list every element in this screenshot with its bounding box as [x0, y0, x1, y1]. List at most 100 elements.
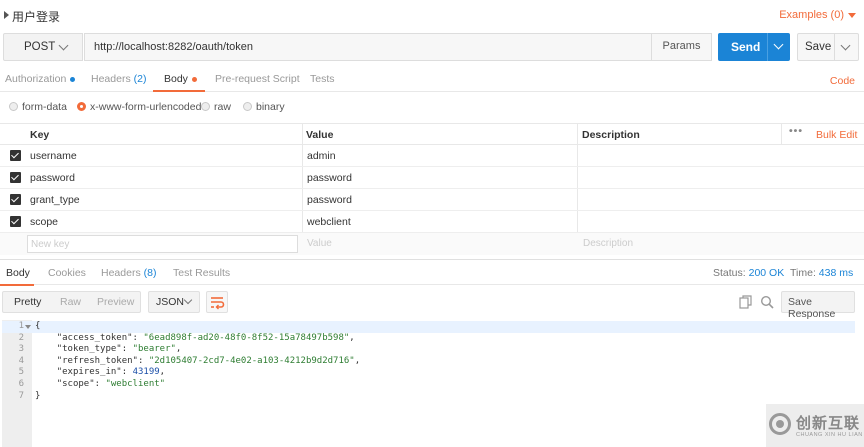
status-label: Status:: [713, 267, 746, 279]
url-input[interactable]: http://localhost:8282/oauth/token Params: [84, 33, 712, 61]
json-value: "bearer": [132, 344, 176, 355]
bulk-edit-link[interactable]: Bulk Edit: [816, 129, 857, 141]
json-key: "scope": [56, 379, 95, 389]
radio-selected-icon: [77, 102, 86, 111]
code-line: 7 }: [2, 391, 855, 403]
request-tabs: Authorization Headers (2) Body Pre-reque…: [0, 66, 864, 92]
method-select[interactable]: POST: [3, 33, 83, 61]
wrap-lines-icon: [211, 297, 225, 310]
more-options-icon[interactable]: •••: [789, 125, 803, 137]
line-number: 2: [18, 332, 24, 343]
row-key[interactable]: grant_type: [30, 194, 80, 206]
active-tab-indicator: [0, 284, 34, 286]
radio-circle-icon: [9, 102, 18, 111]
table-row: password password: [0, 167, 864, 189]
examples-dropdown[interactable]: Examples (0): [779, 9, 856, 21]
save-response-label: Save Response: [788, 296, 836, 320]
response-status: Status: 200 OK: [713, 267, 784, 279]
radio-raw[interactable]: raw: [201, 101, 231, 113]
view-preview[interactable]: Preview: [97, 296, 134, 308]
new-key-input[interactable]: New key: [27, 235, 298, 253]
row-enabled-checkbox[interactable]: [10, 150, 21, 161]
request-title-bar: 用户登录 Examples (0): [0, 0, 864, 30]
tab-headers[interactable]: Headers (2): [91, 73, 146, 85]
new-row: New key Value Description: [0, 233, 864, 255]
row-key[interactable]: password: [30, 172, 75, 184]
view-pretty[interactable]: Pretty: [14, 296, 41, 308]
params-button[interactable]: Params: [651, 33, 711, 61]
line-number: 4: [18, 355, 24, 366]
new-key-placeholder: New key: [31, 239, 70, 250]
row-value[interactable]: password: [307, 194, 352, 206]
send-options-chevron-icon[interactable]: [773, 39, 784, 50]
save-options-chevron-icon[interactable]: [840, 40, 851, 51]
request-name[interactable]: 用户登录: [12, 8, 60, 25]
table-row: username admin: [0, 145, 864, 167]
radio-x-www-form-urlencoded[interactable]: x-www-form-urlencoded: [77, 101, 201, 113]
save-response-button[interactable]: Save Response: [781, 291, 855, 320]
row-value[interactable]: admin: [307, 150, 336, 162]
active-tab-indicator: [153, 90, 205, 92]
row-key[interactable]: username: [30, 150, 77, 162]
view-raw[interactable]: Raw: [60, 296, 81, 308]
json-brace: }: [35, 390, 41, 401]
collapse-caret-icon[interactable]: [4, 11, 9, 19]
row-enabled-checkbox[interactable]: [10, 172, 21, 183]
radio-label: form-data: [22, 101, 67, 113]
send-label: Send: [731, 40, 761, 54]
wrap-lines-button[interactable]: [206, 291, 228, 313]
status-value: 200 OK: [748, 267, 785, 279]
params-label: Params: [662, 40, 701, 52]
row-value[interactable]: webclient: [307, 216, 351, 228]
new-value-input[interactable]: Value: [307, 238, 332, 249]
radio-label: raw: [214, 101, 231, 113]
body-params-table: Key Value Description ••• Bulk Edit user…: [0, 123, 864, 255]
tab-count: (8): [143, 267, 157, 279]
save-divider: [834, 34, 835, 60]
watermark-logo: 创新互联 CHUANG XIN HU LIAN: [766, 404, 864, 447]
time-value: 438 ms: [818, 267, 854, 279]
radio-circle-icon: [243, 102, 252, 111]
response-tab-test-results[interactable]: Test Results: [173, 267, 230, 279]
method-label: POST: [24, 41, 56, 53]
radio-binary[interactable]: binary: [243, 101, 285, 113]
code-link[interactable]: Code: [830, 75, 855, 87]
search-icon[interactable]: [760, 295, 774, 312]
line-number: 3: [18, 344, 24, 355]
examples-label: Examples (0): [779, 9, 844, 21]
send-button[interactable]: Send: [718, 33, 790, 61]
code-line: 1 {: [2, 321, 855, 333]
format-select[interactable]: JSON: [148, 291, 200, 313]
json-value: 43199: [132, 367, 160, 378]
json-value: "2d105407-2cd7-4e02-a103-4212b9d2d716": [148, 355, 355, 366]
code-line: 2 "access_token": "6ead898f-ad20-48f0-8f…: [2, 333, 855, 345]
response-tab-headers[interactable]: Headers (8): [101, 267, 156, 279]
row-value[interactable]: password: [307, 172, 352, 184]
copy-icon[interactable]: [739, 295, 753, 312]
column-divider: [781, 123, 782, 145]
line-number: 6: [18, 379, 24, 389]
tab-pre-request-script[interactable]: Pre-request Script: [215, 73, 300, 85]
body-type-selector: form-data x-www-form-urlencoded raw bina…: [0, 96, 864, 118]
response-tab-body[interactable]: Body: [6, 267, 30, 279]
row-enabled-checkbox[interactable]: [10, 194, 21, 205]
table-row: grant_type password: [0, 189, 864, 211]
fold-arrow-icon[interactable]: [25, 325, 31, 329]
row-key[interactable]: scope: [30, 216, 58, 228]
time-label: Time:: [790, 267, 816, 279]
new-description-input[interactable]: Description: [583, 238, 633, 249]
json-brace: {: [35, 321, 41, 331]
response-tab-cookies[interactable]: Cookies: [48, 267, 86, 279]
watermark-subtext: CHUANG XIN HU LIAN: [796, 432, 863, 438]
tab-body[interactable]: Body: [164, 73, 197, 85]
response-body-editor[interactable]: 1 { 2 "access_token": "6ead898f-ad20-48f…: [2, 320, 855, 447]
tab-authorization[interactable]: Authorization: [5, 73, 76, 85]
radio-label: binary: [256, 101, 285, 113]
code-line: 3 "token_type": "bearer",: [2, 344, 855, 356]
json-key: "token_type": [56, 344, 122, 355]
format-label: JSON: [156, 296, 185, 308]
save-button[interactable]: Save: [797, 33, 859, 61]
row-enabled-checkbox[interactable]: [10, 216, 21, 227]
tab-tests[interactable]: Tests: [310, 73, 335, 85]
radio-form-data[interactable]: form-data: [9, 101, 67, 113]
